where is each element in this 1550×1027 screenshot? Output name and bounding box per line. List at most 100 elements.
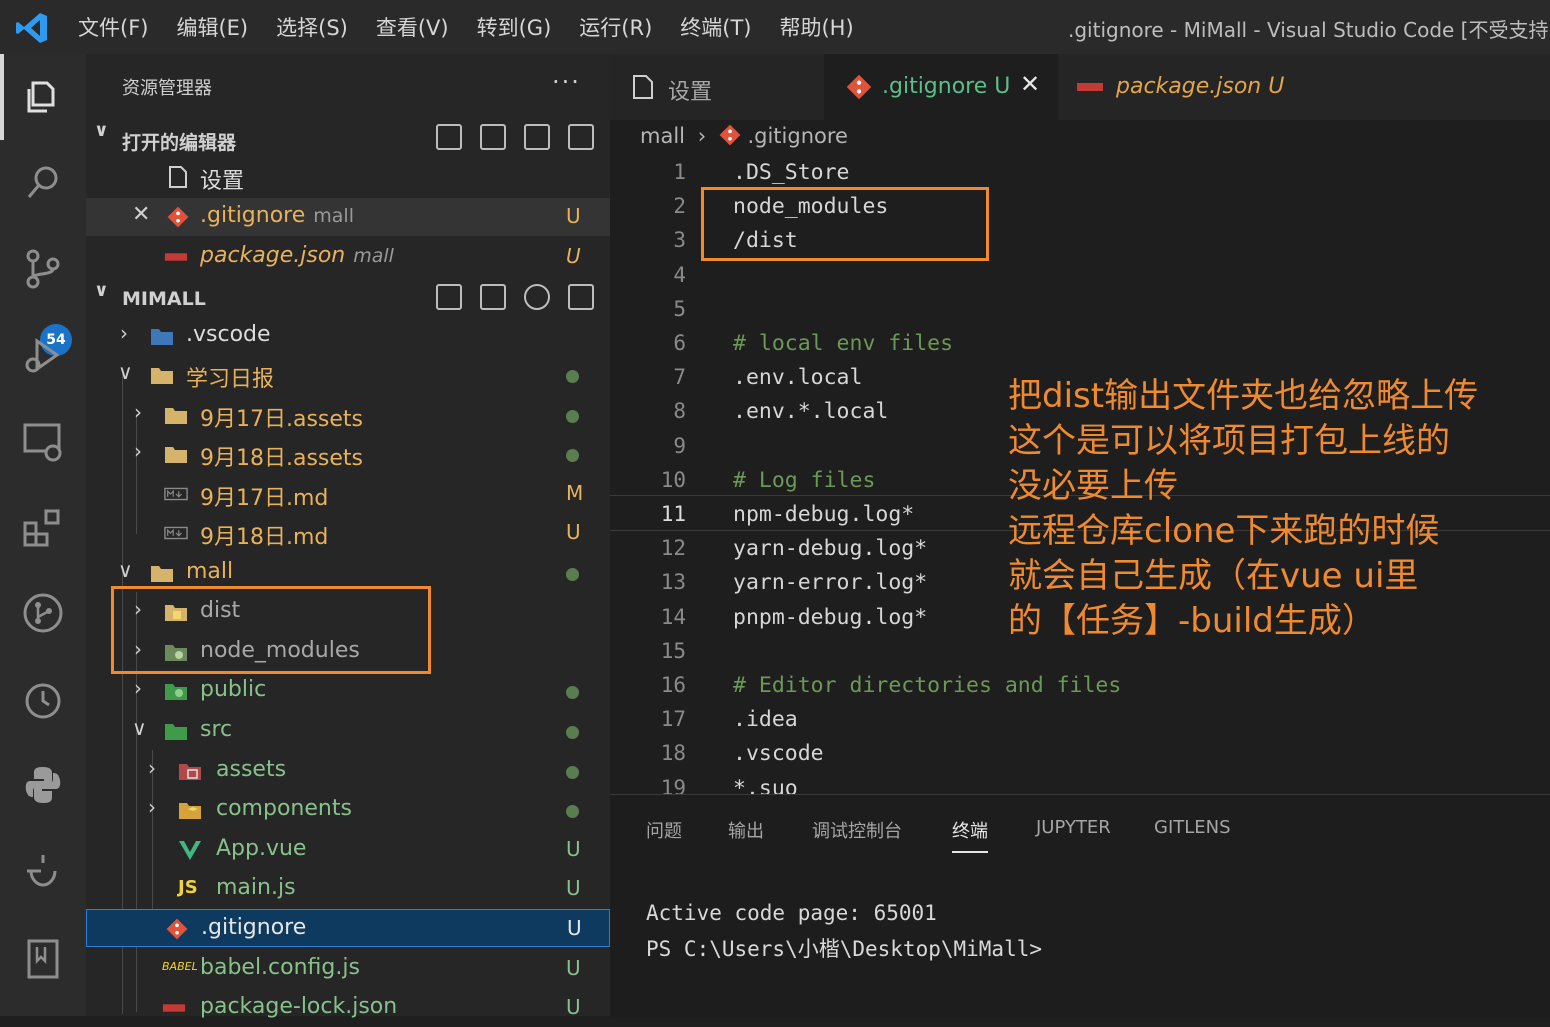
terminal-prompt[interactable]: PS C:\Users\小楷\Desktop\MiMall> (646, 933, 1042, 963)
code-line: .env.*.local (733, 399, 889, 424)
run-debug-icon[interactable] (18, 330, 68, 380)
line-number: 2 (673, 194, 686, 218)
new-file-icon[interactable] (436, 284, 462, 310)
tree-item-assets[interactable]: › assets (86, 752, 610, 790)
tab-package-json[interactable]: package.json U (1058, 54, 1320, 120)
tree-item-public[interactable]: › public (86, 672, 610, 710)
tree-item-vscode[interactable]: › .vscode (86, 317, 610, 355)
chevron-down-icon: ∨ (94, 280, 109, 301)
annotation-note: 把dist输出文件夹也给忽略上传 这个是可以将项目打包上线的 没必要上传 远程仓… (1008, 374, 1478, 644)
file-icon (633, 75, 653, 99)
tree-item-main-js[interactable]: JS main.js U (86, 870, 610, 908)
menu-file[interactable]: 文件(F) (78, 12, 148, 42)
menu-run[interactable]: 运行(R) (579, 12, 652, 42)
tree-item-sep18-md[interactable]: 9月18日.md U (86, 514, 610, 552)
open-editor-package-json[interactable]: package.json mall U (86, 238, 610, 276)
tree-item-gitignore[interactable]: .gitignore U (86, 909, 610, 947)
collapse-all-icon[interactable] (568, 284, 594, 310)
modified-dot (566, 410, 579, 423)
remote-explorer-icon[interactable] (18, 416, 68, 466)
breadcrumb-folder[interactable]: mall (640, 124, 685, 148)
line-number: 11 (660, 502, 686, 526)
menu-help[interactable]: 帮助(H) (779, 12, 853, 42)
menu-edit[interactable]: 编辑(E) (176, 12, 248, 42)
chevron-right-icon: › (120, 321, 128, 345)
tab-gitignore[interactable]: .gitignore U ✕ (824, 54, 1058, 120)
chevron-down-icon: ∨ (132, 716, 147, 740)
tab-jupyter[interactable]: JUPYTER (1036, 817, 1111, 838)
open-editor-settings[interactable]: 设置 (86, 158, 610, 196)
tree-item-package-lock[interactable]: package-lock.json U (86, 989, 610, 1027)
tree-item-src[interactable]: ∨ src (86, 712, 610, 750)
refresh-icon[interactable] (524, 284, 550, 310)
git-file-icon (719, 124, 741, 146)
tab-terminal[interactable]: 终端 (952, 817, 988, 853)
line-number: 19 (660, 776, 686, 794)
menu-selection[interactable]: 选择(S) (276, 12, 348, 42)
menu-go[interactable]: 转到(G) (477, 12, 552, 42)
explorer-icon[interactable] (18, 72, 68, 122)
source-control-icon[interactable] (18, 244, 68, 294)
line-number: 3 (673, 228, 686, 252)
tree-item-label: babel.config.js (200, 955, 360, 980)
tree-item-sep17-assets[interactable]: › 9月17日.assets (86, 396, 610, 434)
tab-settings[interactable]: 设置 (610, 54, 824, 120)
timeline-icon[interactable] (18, 674, 68, 724)
src-folder-icon (165, 724, 187, 740)
tree-item-app-vue[interactable]: App.vue U (86, 831, 610, 869)
close-all-icon[interactable] (568, 124, 594, 150)
npm-icon (164, 253, 188, 261)
menu-terminal[interactable]: 终端(T) (680, 12, 751, 42)
live-share-icon[interactable] (18, 846, 68, 896)
modified-dot (566, 568, 579, 581)
open-editor-gitignore[interactable]: ✕ .gitignore mall U (86, 198, 610, 236)
tree-item-label: assets (216, 757, 287, 782)
tab-problems[interactable]: 问题 (646, 817, 682, 843)
assets-folder-icon (179, 764, 201, 780)
editor-tabs: 设置 .gitignore U ✕ package.json U (610, 54, 1550, 120)
modified-dot (566, 686, 579, 699)
code-line: .DS_Store (733, 160, 850, 185)
annotation-line: 这个是可以将项目打包上线的 (1008, 421, 1450, 461)
line-number: 1 (673, 160, 686, 184)
annotation-line: 远程仓库clone下来跑的时候 (1008, 511, 1440, 551)
tree-item-label: mall (186, 559, 234, 584)
tab-output[interactable]: 输出 (728, 817, 764, 843)
tree-item-babel-config[interactable]: BABEL babel.config.js U (86, 950, 610, 988)
code-line: *.suo (733, 776, 798, 794)
search-icon[interactable] (18, 158, 68, 208)
line-number: 9 (673, 434, 686, 458)
python-icon[interactable] (18, 760, 68, 810)
modified-dot (566, 766, 579, 779)
line-number: 4 (673, 263, 686, 287)
tree-item-label: 9月18日.md (200, 525, 329, 550)
tree-item-sep17-md[interactable]: 9月17日.md M (86, 475, 610, 513)
menu-view[interactable]: 查看(V) (376, 12, 449, 42)
tab-debug-console[interactable]: 调试控制台 (812, 817, 902, 843)
chevron-right-icon: › (148, 795, 156, 819)
line-number: 5 (673, 297, 686, 321)
save-all-icon[interactable] (524, 124, 550, 150)
new-folder-icon[interactable] (480, 124, 506, 150)
breadcrumb-file[interactable]: .gitignore (747, 124, 848, 148)
new-file-icon[interactable] (436, 124, 462, 150)
tree-item-study-daily[interactable]: ∨ 学习日报 (86, 356, 610, 394)
code-line: .env.local (733, 365, 863, 390)
extensions-icon[interactable] (18, 502, 68, 552)
tree-item-sep18-assets[interactable]: › 9月18日.assets (86, 435, 610, 473)
chevron-right-icon: › (134, 439, 142, 463)
git-graph-icon[interactable] (18, 588, 68, 638)
notebook-icon[interactable] (18, 934, 68, 984)
workspace-header[interactable]: ∨ MIMALL (86, 280, 610, 316)
close-icon[interactable]: ✕ (1020, 70, 1040, 98)
code-comment: # local env files (733, 331, 954, 356)
tree-item-components[interactable]: › components (86, 791, 610, 829)
tab-gitlens[interactable]: GITLENS (1154, 817, 1231, 838)
open-editors-header[interactable]: ∨ 打开的编辑器 (86, 120, 610, 156)
close-icon[interactable]: ✕ (132, 202, 150, 227)
git-status-untracked: U (566, 995, 581, 1019)
menu-bar: 文件(F) 编辑(E) 选择(S) 查看(V) 转到(G) 运行(R) 终端(T… (78, 12, 882, 42)
more-actions-button[interactable]: ··· (552, 68, 581, 96)
sidebar-title: 资源管理器 (122, 78, 212, 99)
new-folder-icon[interactable] (480, 284, 506, 310)
